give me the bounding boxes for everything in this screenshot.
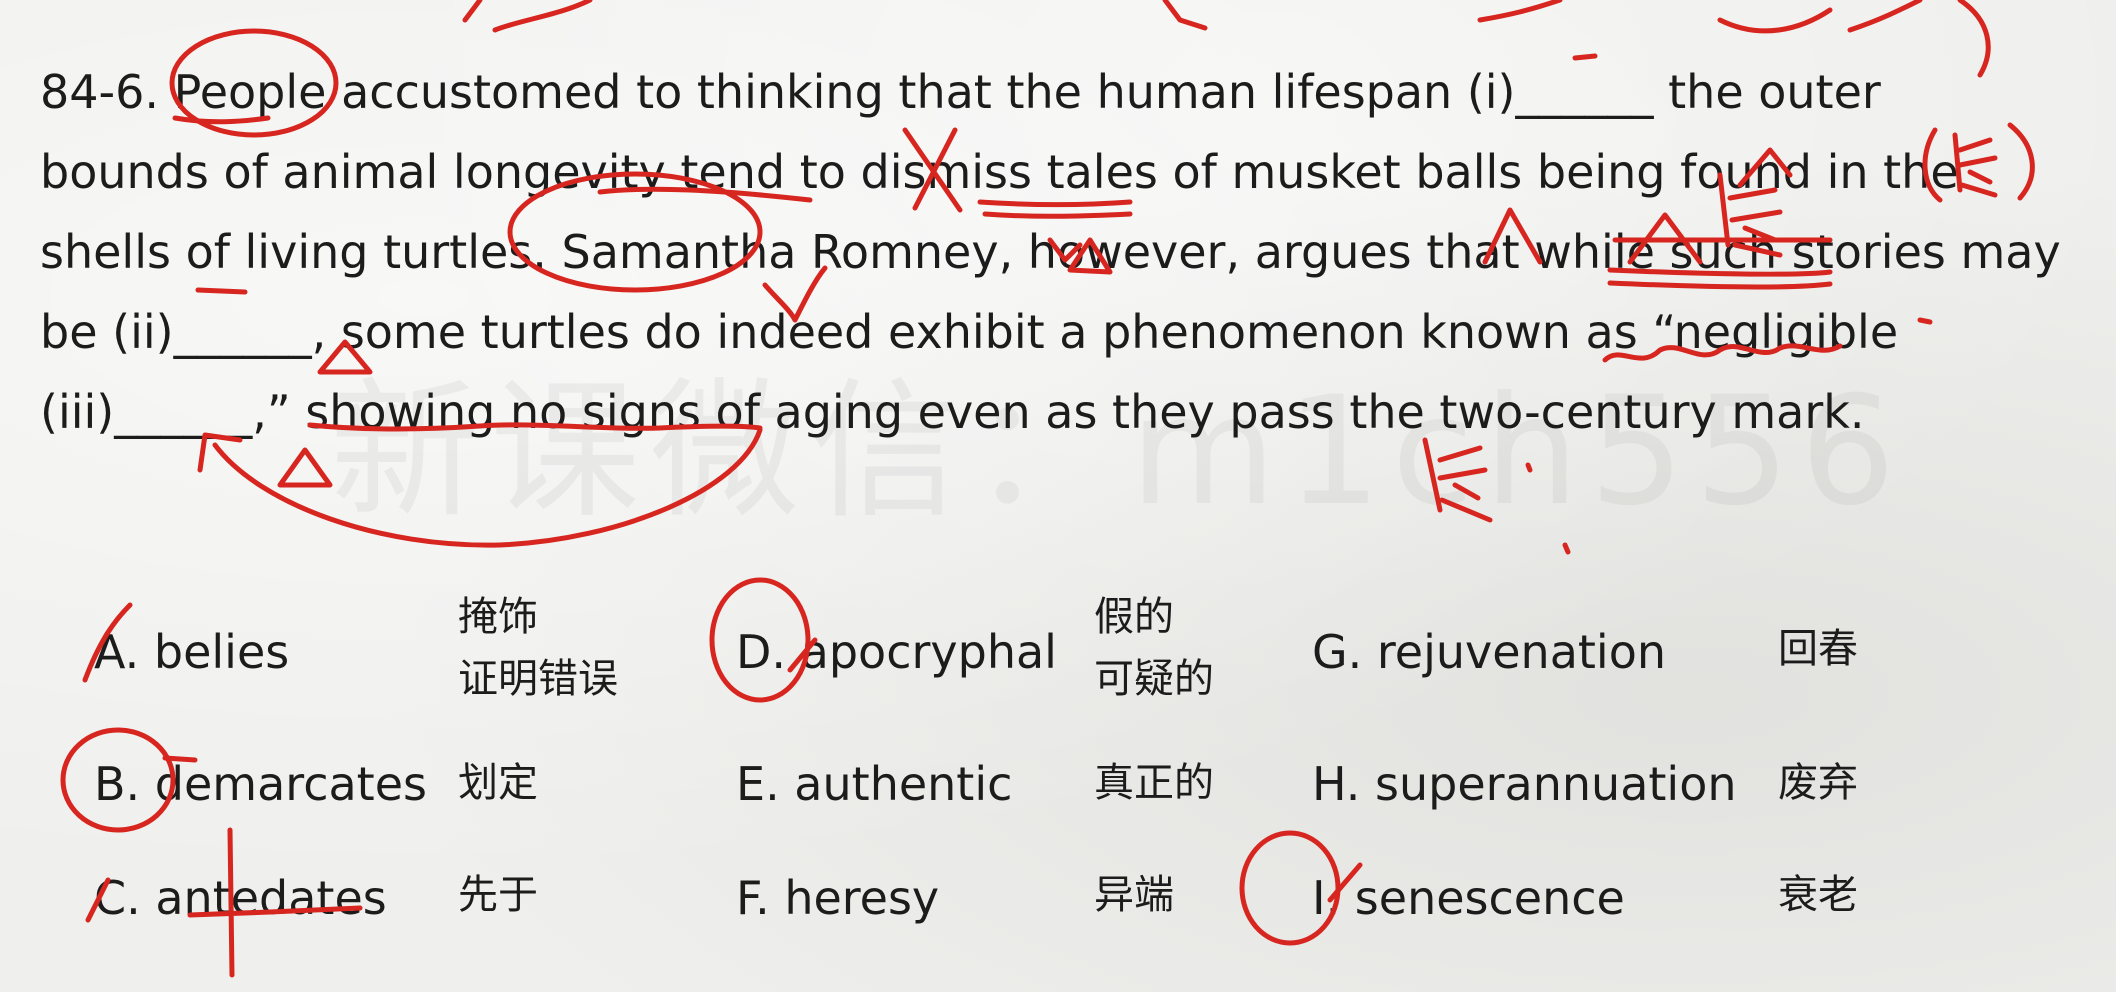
option-h-meaning: 废弃 — [1778, 760, 1858, 806]
option-c[interactable]: C. antedates — [94, 870, 387, 926]
option-h[interactable]: H. superannuation — [1312, 756, 1737, 812]
passage-line: shells of living turtles. Samantha Romne… — [40, 225, 2061, 279]
option-e-meaning: 真正的 — [1094, 760, 1214, 806]
option-g[interactable]: G. rejuvenation — [1312, 624, 1666, 680]
option-d-meaning-2: 可疑的 — [1094, 656, 1214, 702]
passage-line: (iii)______,” showing no signs of aging … — [40, 385, 1865, 439]
option-i[interactable]: I. senescence — [1312, 870, 1625, 926]
passage-line: be (ii)______, some turtles do indeed ex… — [40, 305, 1899, 359]
option-d[interactable]: D. apocryphal — [736, 624, 1057, 680]
option-c-meaning: 先于 — [458, 872, 538, 918]
option-a[interactable]: A. belies — [94, 624, 289, 680]
passage-line: bounds of animal longevity tend to dismi… — [40, 145, 1959, 199]
passage-line: 84-6. People accustomed to thinking that… — [40, 65, 1881, 119]
option-g-meaning: 回春 — [1778, 626, 1858, 672]
option-b-meaning: 划定 — [458, 760, 538, 806]
option-a-meaning-1: 掩饰 — [458, 594, 538, 640]
option-f-meaning: 异端 — [1094, 872, 1174, 918]
option-a-meaning-2: 证明错误 — [458, 656, 618, 702]
option-e[interactable]: E. authentic — [736, 756, 1012, 812]
ink-scribble-top-1 — [462, 0, 593, 33]
question-passage: 84-6. People accustomed to thinking that… — [40, 52, 2080, 452]
ink-scribble-top-2 — [1162, 0, 1208, 31]
option-b[interactable]: B. demarcates — [94, 756, 427, 812]
triangle-iii — [277, 447, 333, 488]
option-f[interactable]: F. heresy — [736, 870, 939, 926]
option-d-meaning-1: 假的 — [1094, 594, 1174, 640]
ink-scribble-top-3 — [1477, 0, 1563, 23]
option-i-meaning: 衰老 — [1778, 872, 1858, 918]
